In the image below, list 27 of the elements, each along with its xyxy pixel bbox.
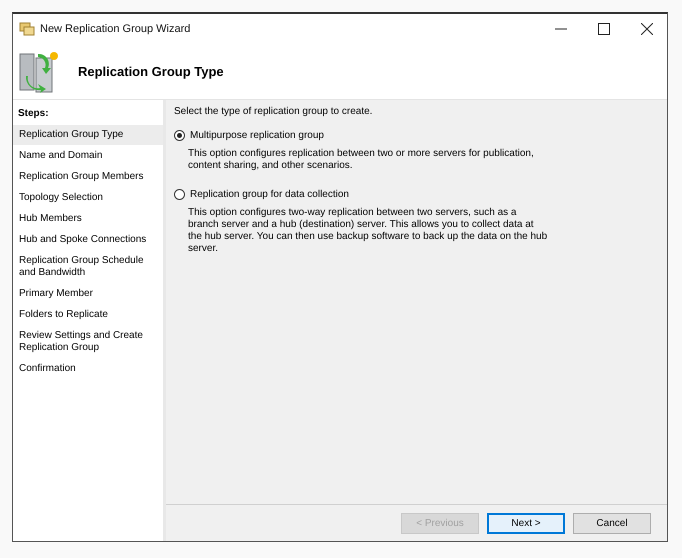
step-item[interactable]: Replication Group Type bbox=[13, 125, 163, 145]
step-item[interactable]: Review Settings and Create Replication Group bbox=[13, 326, 163, 358]
option-label[interactable]: Multipurpose replication group bbox=[190, 130, 324, 141]
maximize-icon[interactable] bbox=[598, 23, 610, 35]
step-item[interactable]: Hub and Spoke Connections bbox=[13, 230, 163, 250]
option-description: This option configures replication between two or more servers for publication, content sharing, and other scenarios. bbox=[187, 148, 535, 172]
option-description: This option configures two-way replication between two servers, such as a branch server and a hub (destination) server. This allows you to collect data at the hub server. You can then use backup software to back up the data on the hub server. bbox=[187, 207, 548, 255]
wizard-button[interactable]: Cancel bbox=[573, 512, 651, 534]
folders-icon bbox=[19, 22, 35, 36]
radio-button[interactable] bbox=[174, 189, 185, 200]
option-label[interactable]: Replication group for data collection bbox=[190, 189, 349, 200]
step-item[interactable]: Folders to Replicate bbox=[13, 305, 163, 325]
step-item[interactable]: Replication Group Members bbox=[13, 167, 163, 187]
step-item[interactable]: Topology Selection bbox=[13, 188, 163, 208]
window-title: New Replication Group Wizard bbox=[40, 23, 190, 35]
step-item[interactable]: Name and Domain bbox=[13, 146, 163, 166]
radio-button[interactable] bbox=[174, 130, 185, 141]
steps-heading: Steps: bbox=[17, 107, 50, 121]
step-item[interactable]: Replication Group Schedule and Bandwidth bbox=[13, 251, 163, 283]
prompt-text: Select the type of replication group to create. bbox=[174, 106, 372, 117]
close-icon[interactable] bbox=[641, 23, 653, 35]
step-item[interactable]: Confirmation bbox=[13, 359, 163, 379]
server-sync-icon bbox=[18, 50, 60, 94]
step-item[interactable]: Primary Member bbox=[13, 284, 163, 304]
wizard-button[interactable]: Next > bbox=[487, 512, 565, 534]
page-title: Replication Group Type bbox=[78, 64, 224, 79]
step-item[interactable]: Hub Members bbox=[13, 209, 163, 229]
